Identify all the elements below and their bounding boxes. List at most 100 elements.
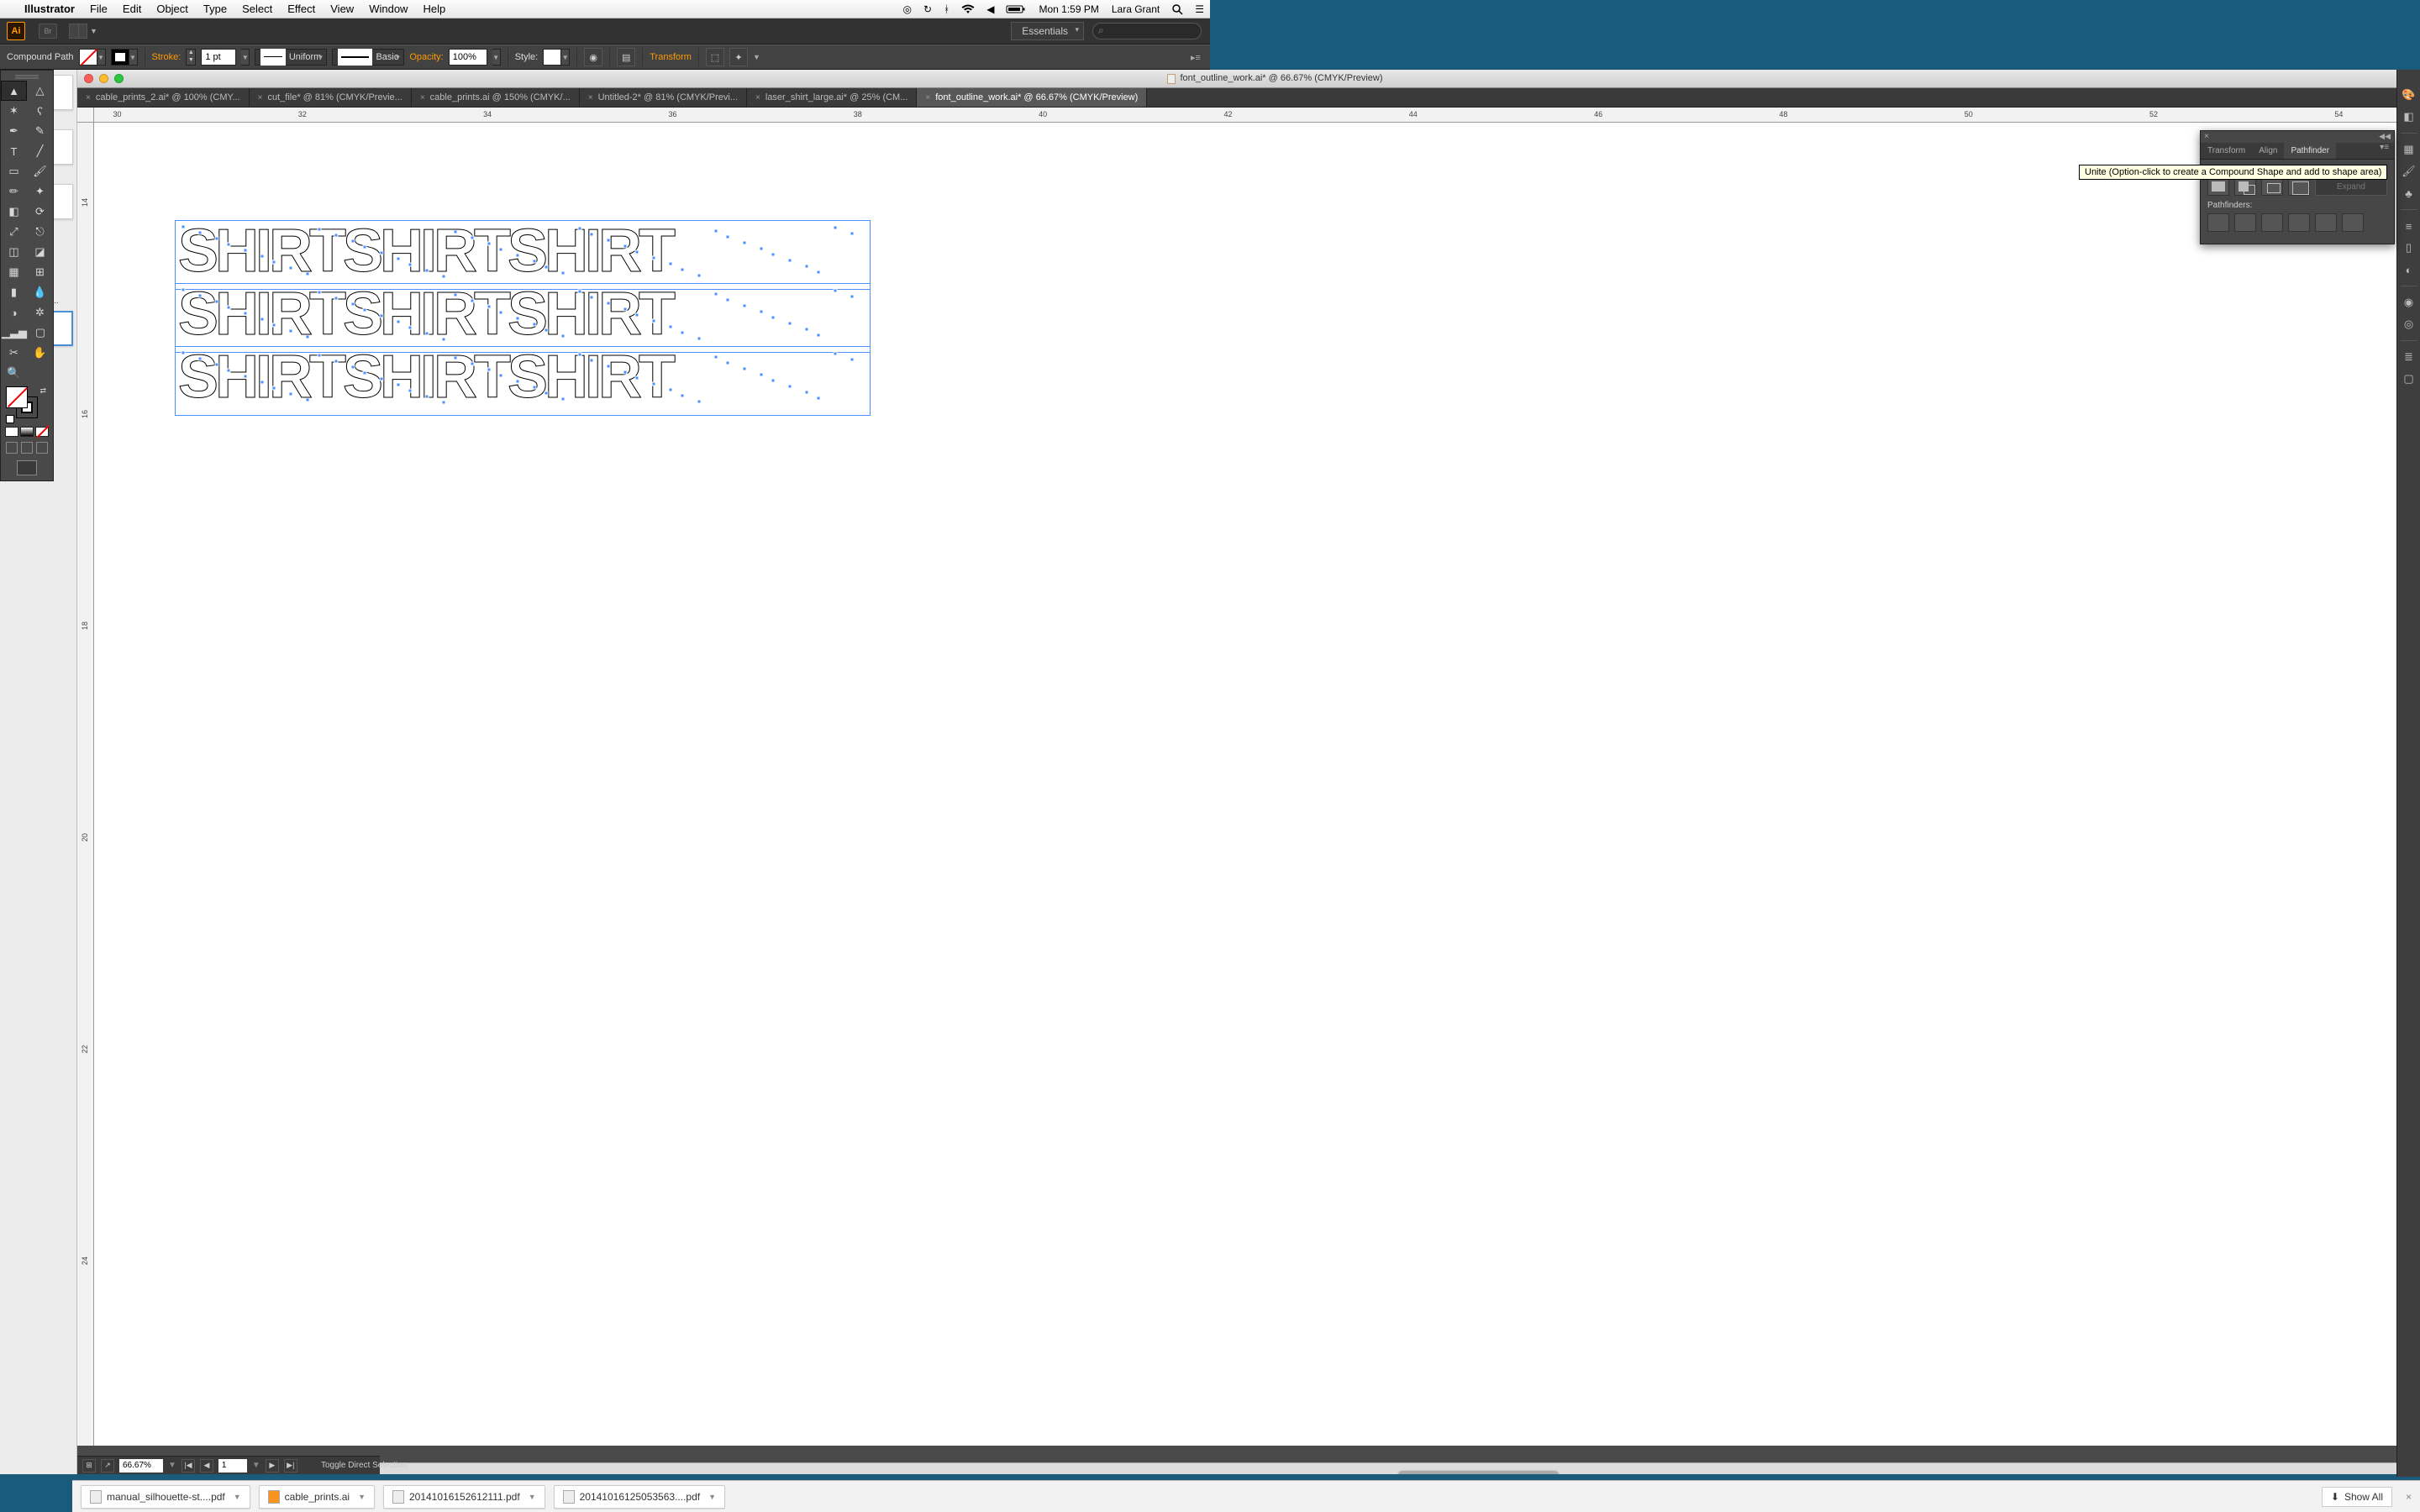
close-tab-icon[interactable]: × [420, 93, 425, 102]
stroke-panel-icon[interactable]: ≡ [2401, 218, 2417, 234]
fill-color-icon[interactable] [6, 386, 28, 408]
volume-icon[interactable]: ◀ [981, 0, 1000, 18]
chevron-down-icon[interactable]: ▼ [708, 1493, 716, 1501]
brush-definition[interactable]: Basic▼ [332, 49, 404, 66]
draw-inside-icon[interactable] [36, 442, 48, 454]
help-search-input[interactable] [1092, 23, 1202, 39]
panel-tab-transform[interactable]: Transform [2201, 143, 2252, 159]
chevron-down-icon[interactable]: ▼ [168, 1461, 176, 1470]
opacity-link[interactable]: Opacity: [409, 52, 443, 62]
pathfinder-exclude-button[interactable] [2288, 177, 2310, 196]
close-tab-icon[interactable]: × [925, 93, 930, 102]
default-fill-stroke-icon[interactable] [6, 415, 14, 423]
draw-behind-icon[interactable] [21, 442, 33, 454]
ruler-origin[interactable] [77, 108, 94, 123]
chevron-down-icon[interactable]: ▼ [97, 49, 106, 66]
shape-builder-tool[interactable]: ◪ [27, 242, 53, 262]
stroke-weight-input[interactable]: 1 pt [201, 49, 236, 66]
menu-object[interactable]: Object [149, 3, 196, 15]
brushes-icon[interactable]: 🖌 [2401, 163, 2417, 180]
select-similar-button[interactable]: ✦ [729, 48, 748, 66]
window-titlebar[interactable]: font_outline_work.ai* @ 66.67% (CMYK/Pre… [77, 70, 2420, 88]
last-artboard-button[interactable]: ▶| [284, 1459, 297, 1473]
stroke-link[interactable]: Stroke: [152, 52, 182, 62]
document-tab[interactable]: ×cut_file* @ 81% (CMYK/Previe... [250, 88, 412, 107]
close-window-button[interactable] [84, 74, 93, 83]
pen-tool[interactable]: ✒ [1, 121, 27, 141]
transparency-icon[interactable]: ◐ [2401, 261, 2417, 278]
selected-artwork[interactable]: SHIRTSHIRTSHIRT SHIRTSHIRTSHIRT SHIRTSHI… [178, 223, 867, 412]
document-tab[interactable]: ×Untitled-2* @ 81% (CMYK/Previ... [580, 88, 747, 107]
panel-tab-align[interactable]: Align [2252, 143, 2284, 159]
line-segment-tool[interactable]: ╱ [27, 141, 53, 161]
app-menu[interactable]: Illustrator [17, 3, 82, 15]
zoom-field[interactable]: 66.67% [119, 1459, 163, 1473]
horizontal-scrollbar[interactable] [380, 1462, 2408, 1474]
document-tab[interactable]: ×font_outline_work.ai* @ 66.67% (CMYK/Pr… [917, 88, 1147, 107]
align-button[interactable]: ▤ [617, 48, 635, 66]
chevron-down-icon[interactable]: ▼ [234, 1493, 241, 1501]
menu-window[interactable]: Window [361, 3, 415, 15]
battery-icon[interactable] [1000, 0, 1032, 18]
chevron-down-icon[interactable]: ▼ [241, 49, 250, 66]
pathfinder-panel[interactable]: × ◀◀ Transform Align Pathfinder ▾≡ Shape… [2200, 130, 2395, 244]
scrollbar-thumb[interactable] [1397, 1470, 1560, 1474]
panel-menu-icon[interactable]: ▾≡ [2375, 143, 2394, 159]
minimize-window-button[interactable] [99, 74, 108, 83]
color-guide-icon[interactable]: ◧ [2401, 108, 2417, 125]
width-tool[interactable]: ⎋ [27, 222, 53, 242]
notification-center-icon[interactable]: ☰ [1189, 0, 1210, 18]
download-item[interactable]: cable_prints.ai▼ [259, 1485, 375, 1509]
layers-icon[interactable]: ≣ [2401, 349, 2417, 365]
lasso-tool[interactable]: ʕ [27, 101, 53, 121]
document-tab[interactable]: ×laser_shirt_large.ai* @ 25% (CM... [747, 88, 917, 107]
selection-tool[interactable]: ▲ [1, 81, 27, 101]
gradient-tool[interactable]: ▮ [1, 282, 27, 302]
pathfinder-minus-back-button[interactable] [2342, 213, 2364, 232]
type-tool[interactable]: T [1, 141, 27, 161]
fill-swatch[interactable] [79, 49, 97, 66]
mesh-tool[interactable]: ⊞ [27, 262, 53, 282]
workspace-switcher[interactable]: Essentials [1011, 22, 1084, 40]
graphic-styles-icon[interactable]: ◎ [2401, 316, 2417, 333]
spotlight-icon[interactable] [1165, 0, 1189, 18]
menu-select[interactable]: Select [234, 3, 280, 15]
control-panel-menu[interactable]: ▸≡ [1188, 52, 1203, 63]
pathfinder-trim-button[interactable] [2234, 213, 2256, 232]
menubar-status-icon[interactable]: ◎ [897, 0, 918, 18]
chevron-down-icon[interactable]: ▼ [561, 49, 570, 66]
pathfinder-divide-button[interactable] [2207, 213, 2229, 232]
pathfinder-crop-button[interactable] [2288, 213, 2310, 232]
draw-normal-icon[interactable] [6, 442, 18, 454]
canvas[interactable]: SHIRTSHIRTSHIRT SHIRTSHIRTSHIRT SHIRTSHI… [94, 123, 2408, 1446]
menubar-clock[interactable]: Mon 1:59 PM [1032, 0, 1105, 18]
arrange-documents-button[interactable] [69, 24, 87, 39]
download-item[interactable]: manual_silhouette-st....pdf▼ [81, 1485, 250, 1509]
next-artboard-button[interactable]: ▶ [266, 1459, 279, 1473]
isolate-button[interactable]: ⬚ [706, 48, 724, 66]
pathfinder-intersect-button[interactable] [2261, 177, 2283, 196]
symbol-sprayer-tool[interactable]: ✲ [27, 302, 53, 323]
document-tab[interactable]: ×cable_prints_2.ai* @ 100% (CMY... [77, 88, 250, 107]
close-tab-icon[interactable]: × [588, 93, 593, 102]
scale-tool[interactable]: ⤢ [1, 222, 27, 242]
menu-help[interactable]: Help [415, 3, 453, 15]
chevron-down-icon[interactable]: ▼ [529, 1493, 536, 1501]
opacity-input[interactable]: 100% [449, 49, 487, 66]
wifi-icon[interactable] [955, 0, 981, 18]
artboards-icon[interactable]: ▢ [2401, 370, 2417, 387]
gradient-button[interactable] [20, 427, 34, 437]
gradient-panel-icon[interactable]: ▯ [2401, 239, 2417, 256]
pathfinder-outline-button[interactable] [2315, 213, 2337, 232]
zoom-tool[interactable]: 🔍 [1, 363, 27, 383]
bridge-icon[interactable]: Br [39, 24, 57, 39]
panel-close-icon[interactable]: × [2204, 132, 2209, 141]
pencil-tool[interactable]: ✏ [1, 181, 27, 202]
eraser-tool[interactable]: ◧ [1, 202, 27, 222]
close-tab-icon[interactable]: × [86, 93, 91, 102]
close-downloads-bar-button[interactable]: × [2406, 1491, 2412, 1503]
variable-width-profile[interactable]: Uniform▼ [255, 49, 327, 66]
horizontal-ruler[interactable]: 30 32 34 36 38 40 42 44 46 48 50 52 54 [94, 108, 2408, 123]
none-button[interactable] [35, 427, 49, 437]
swatches-icon[interactable]: ▦ [2401, 141, 2417, 158]
